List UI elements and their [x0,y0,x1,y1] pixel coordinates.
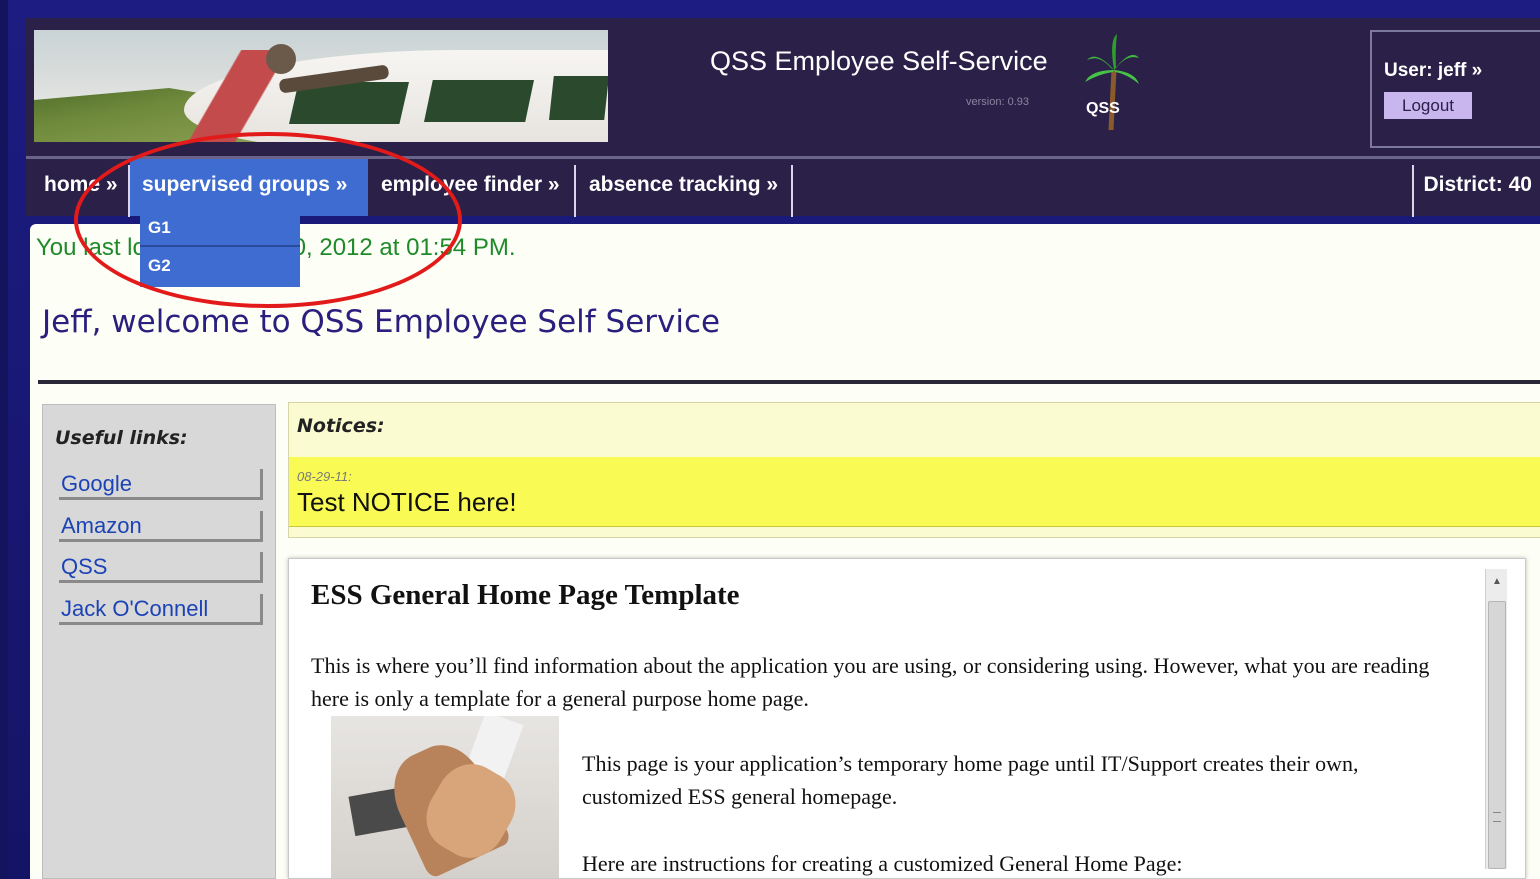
link-google[interactable]: Google [59,469,263,500]
page-title: Jeff, welcome to QSS Employee Self Servi… [42,304,721,340]
notice-item: 08-29-11: Test NOTICE here! [289,457,1540,527]
useful-links-title: Useful links: [55,427,188,449]
nav-separator [574,165,576,217]
user-box: User: jeff » Logout [1370,30,1540,148]
teamwork-hands-image [331,716,559,878]
supervised-groups-dropdown: G1 G2 [140,213,300,287]
link-jack-oconnell[interactable]: Jack O'Connell [59,594,263,625]
template-heading: ESS General Home Page Template [311,579,740,611]
nav-separator [791,165,793,217]
useful-links-panel: Useful links: Google Amazon QSS Jack O'C… [42,404,276,879]
logo-text: QSS [1086,100,1120,117]
dropdown-item-g2[interactable]: G2 [140,251,300,285]
content-area: You last logged in Aug 20, 2012 at 01:54… [30,224,1540,879]
nav-home[interactable]: home » [32,159,130,216]
template-paragraph: Here are instructions for creating a cus… [582,851,1183,876]
nav-supervised-groups[interactable]: supervised groups » [130,159,368,216]
app-title: QSS Employee Self-Service [710,46,1048,76]
application-frame: QSS Employee Self-Service version: 0.93 … [0,0,1540,879]
header: QSS Employee Self-Service version: 0.93 … [26,18,1540,156]
scroll-up-arrow-icon[interactable]: ▲ [1486,569,1508,595]
divider [38,380,1540,384]
scrollbar-thumb[interactable] [1488,601,1506,869]
nav-absence-tracking[interactable]: absence tracking » [577,159,790,216]
nav-employee-finder[interactable]: employee finder » [369,159,572,216]
app-version: version: 0.93 [966,96,1029,108]
user-menu[interactable]: User: jeff » [1384,60,1482,82]
logout-button[interactable]: Logout [1384,92,1472,119]
dropdown-item-g1[interactable]: G1 [140,213,300,247]
notice-text: Test NOTICE here! [297,487,517,517]
main-nav: home » supervised groups » employee find… [26,156,1540,217]
notice-date: 08-29-11: [297,469,352,484]
link-amazon[interactable]: Amazon [59,511,263,542]
notices-panel: Notices: 08-29-11: Test NOTICE here! [288,402,1540,538]
notices-title: Notices: [297,415,385,437]
template-paragraph: This is where you’ll find information ab… [311,653,1430,711]
home-page-template-panel: ESS General Home Page Template This is w… [288,558,1526,879]
banner-image [34,30,608,142]
vertical-scrollbar[interactable]: ▲ [1485,569,1507,869]
link-qss[interactable]: QSS [59,552,263,583]
scroll-grip-icon [1493,812,1501,822]
template-paragraph: This page is your application’s temporar… [582,751,1359,809]
district-label: District: 40 [1423,173,1532,196]
